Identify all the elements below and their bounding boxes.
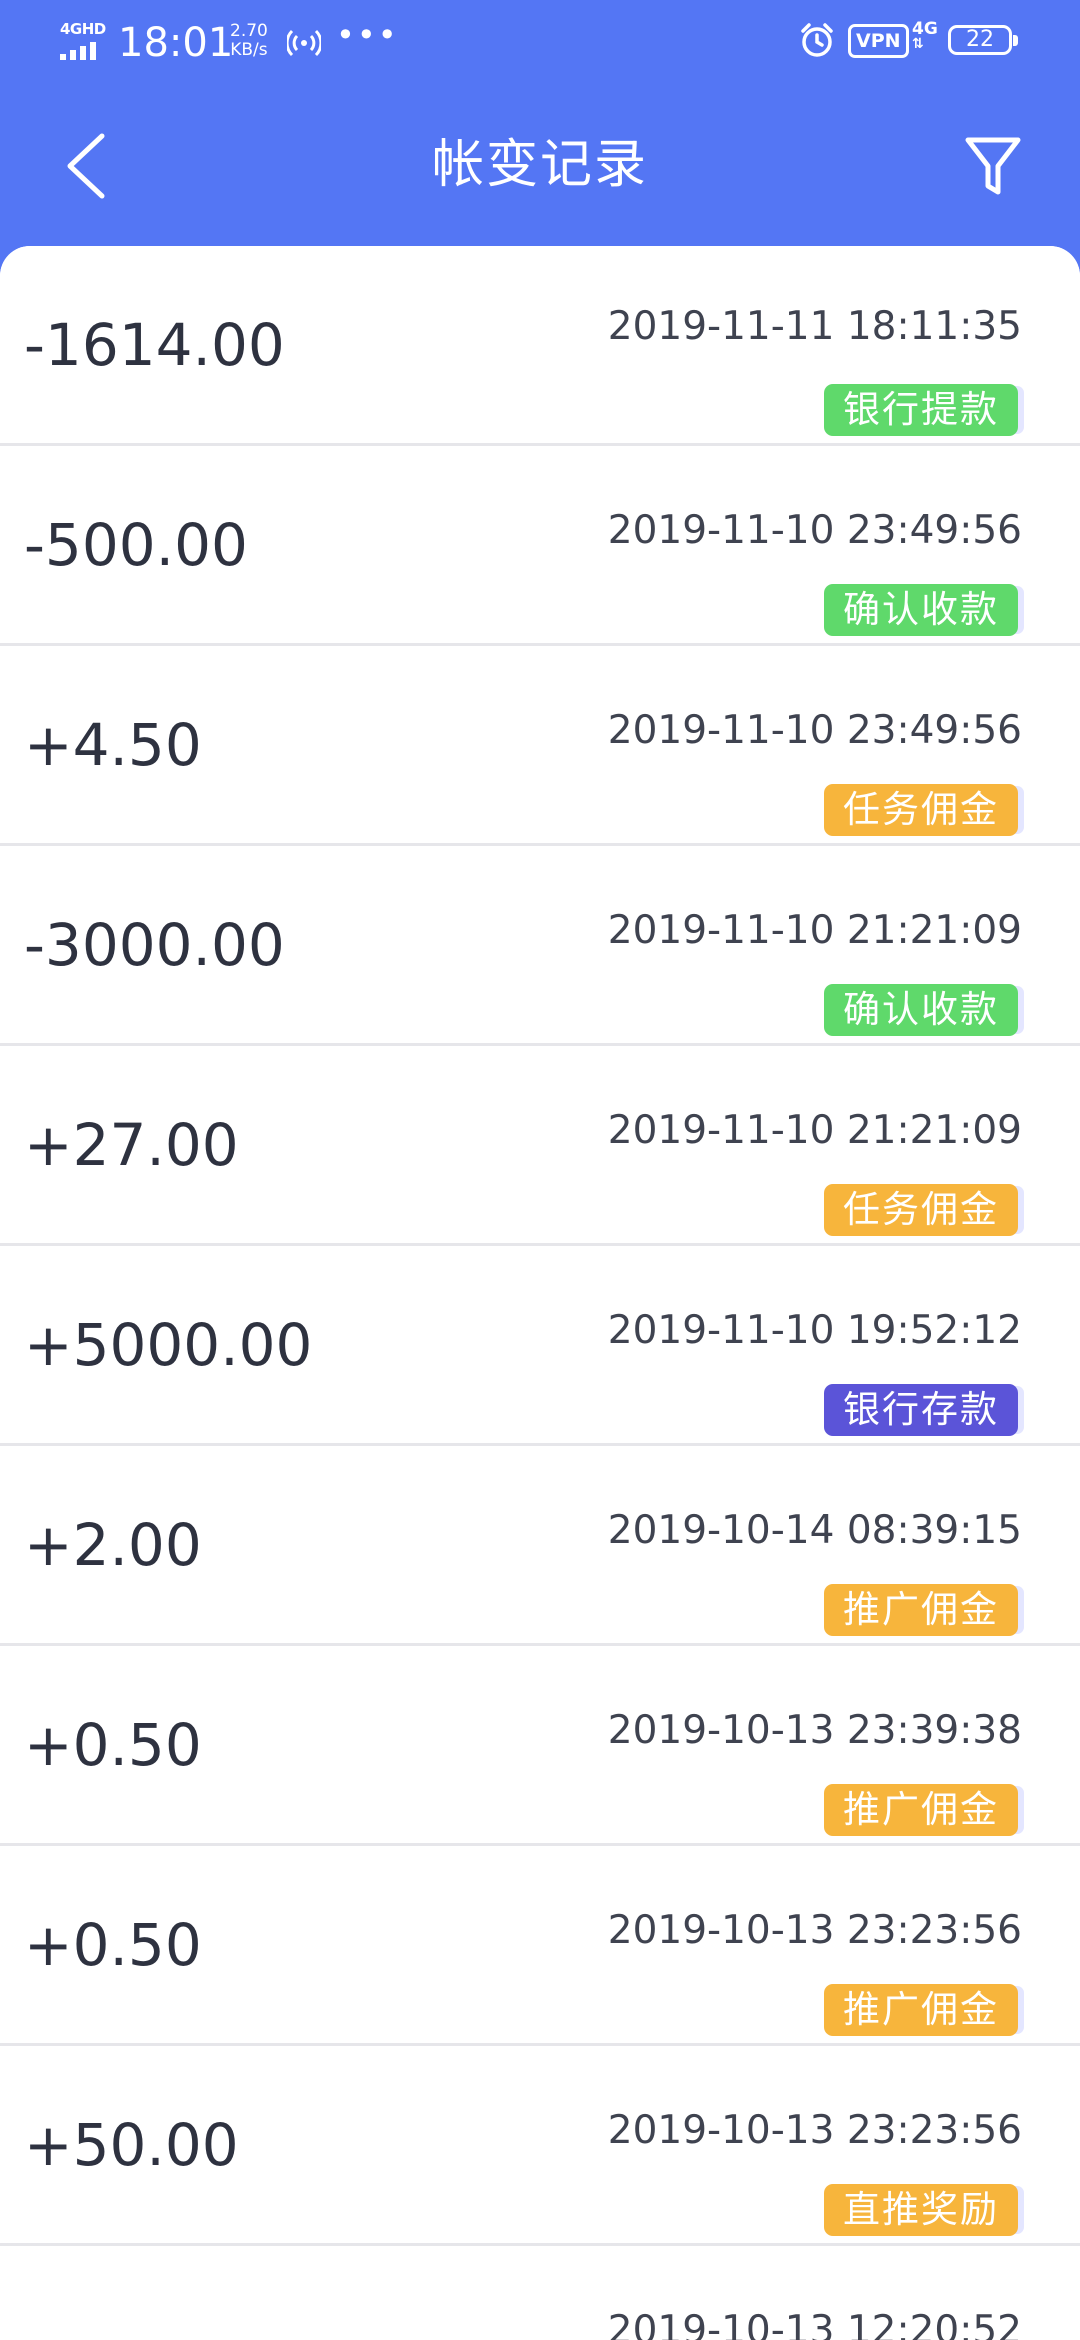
transaction-time: 2019-11-10 21:21:09	[607, 1108, 1022, 1153]
transaction-amount: +50.00	[24, 2111, 239, 2179]
transaction-row[interactable]: +0.50 2019-10-13 23:23:56 推广佣金	[0, 1846, 1080, 2046]
transaction-row[interactable]: 2019-10-13 12:20:52	[0, 2246, 1080, 2340]
app-header: 4GHD 18:01 2.70 KB/s ••• VPN 4G ⇅ 22 帐变记…	[0, 0, 1080, 280]
transaction-time: 2019-10-14 08:39:15	[607, 1508, 1022, 1553]
speed-value: 2.70	[230, 21, 268, 41]
hotspot-icon	[287, 29, 321, 57]
transaction-amount: +2.00	[24, 1511, 202, 1579]
transaction-type-badge: 推广佣金	[824, 1984, 1018, 2036]
transaction-time: 2019-11-10 19:52:12	[607, 1308, 1022, 1353]
transaction-row[interactable]: -3000.00 2019-11-10 21:21:09 确认收款	[0, 846, 1080, 1046]
transaction-type-badge: 银行存款	[824, 1384, 1018, 1436]
alarm-clock-icon	[801, 23, 833, 57]
transaction-row[interactable]: +50.00 2019-10-13 23:23:56 直推奖励	[0, 2046, 1080, 2246]
transaction-list: -1614.00 2019-11-11 18:11:35 银行提款 -500.00 20…	[0, 246, 1080, 2340]
filter-button[interactable]	[962, 132, 1024, 200]
transaction-type-badge: 任务佣金	[824, 784, 1018, 836]
transaction-time: 2019-10-13 23:39:38	[607, 1708, 1022, 1753]
transaction-type-badge: 确认收款	[824, 584, 1018, 636]
battery-level: 22	[966, 27, 994, 52]
transaction-row[interactable]: +27.00 2019-11-10 21:21:09 任务佣金	[0, 1046, 1080, 1246]
speed-unit: KB/s	[230, 40, 268, 60]
transaction-type-badge: 任务佣金	[824, 1184, 1018, 1236]
transaction-amount: +0.50	[24, 1711, 202, 1779]
signal-icon: 4GHD	[58, 20, 108, 60]
transaction-time: 2019-11-10 23:49:56	[607, 508, 1022, 553]
network-type-label: 4GHD	[60, 20, 106, 38]
transaction-amount: -3000.00	[24, 911, 285, 979]
cell-network-icon: 4G ⇅	[912, 19, 938, 52]
transaction-row[interactable]: +0.50 2019-10-13 23:39:38 推广佣金	[0, 1646, 1080, 1846]
transaction-amount: -1614.00	[24, 311, 285, 379]
page-title: 帐变记录	[431, 135, 648, 195]
transaction-amount: +0.50	[24, 1911, 202, 1979]
nav-bar: 帐变记录	[0, 110, 1080, 220]
status-time: 18:01	[118, 20, 234, 66]
status-bar: 4GHD 18:01 2.70 KB/s ••• VPN 4G ⇅ 22	[0, 0, 1080, 90]
transaction-amount: -500.00	[24, 511, 248, 579]
transaction-time: 2019-11-10 21:21:09	[607, 908, 1022, 953]
transaction-type-badge: 直推奖励	[824, 2184, 1018, 2236]
transaction-row[interactable]: -500.00 2019-11-10 23:49:56 确认收款	[0, 446, 1080, 646]
more-notifications-icon: •••	[336, 16, 399, 54]
transaction-type-badge: 推广佣金	[824, 1784, 1018, 1836]
transaction-row[interactable]: -1614.00 2019-11-11 18:11:35 银行提款	[0, 246, 1080, 446]
transaction-amount: +27.00	[24, 1111, 239, 1179]
transaction-time: 2019-10-13 23:23:56	[607, 2108, 1022, 2153]
transaction-row[interactable]: +4.50 2019-11-10 23:49:56 任务佣金	[0, 646, 1080, 846]
transaction-type-badge: 确认收款	[824, 984, 1018, 1036]
transaction-type-badge: 推广佣金	[824, 1584, 1018, 1636]
transaction-row[interactable]: +2.00 2019-10-14 08:39:15 推广佣金	[0, 1446, 1080, 1646]
vpn-badge: VPN	[848, 24, 909, 58]
transaction-time: 2019-11-10 23:49:56	[607, 708, 1022, 753]
transaction-amount: +5000.00	[24, 1311, 313, 1379]
transaction-type-badge: 银行提款	[824, 384, 1018, 436]
transaction-amount: +4.50	[24, 711, 202, 779]
transaction-row[interactable]: +5000.00 2019-11-10 19:52:12 银行存款	[0, 1246, 1080, 1446]
battery-icon: 22	[948, 25, 1018, 55]
network-speed: 2.70 KB/s	[230, 22, 268, 60]
transaction-time: 2019-11-11 18:11:35	[607, 304, 1022, 349]
transaction-time: 2019-10-13 12:20:52	[607, 2308, 1022, 2340]
transaction-time: 2019-10-13 23:23:56	[607, 1908, 1022, 1953]
